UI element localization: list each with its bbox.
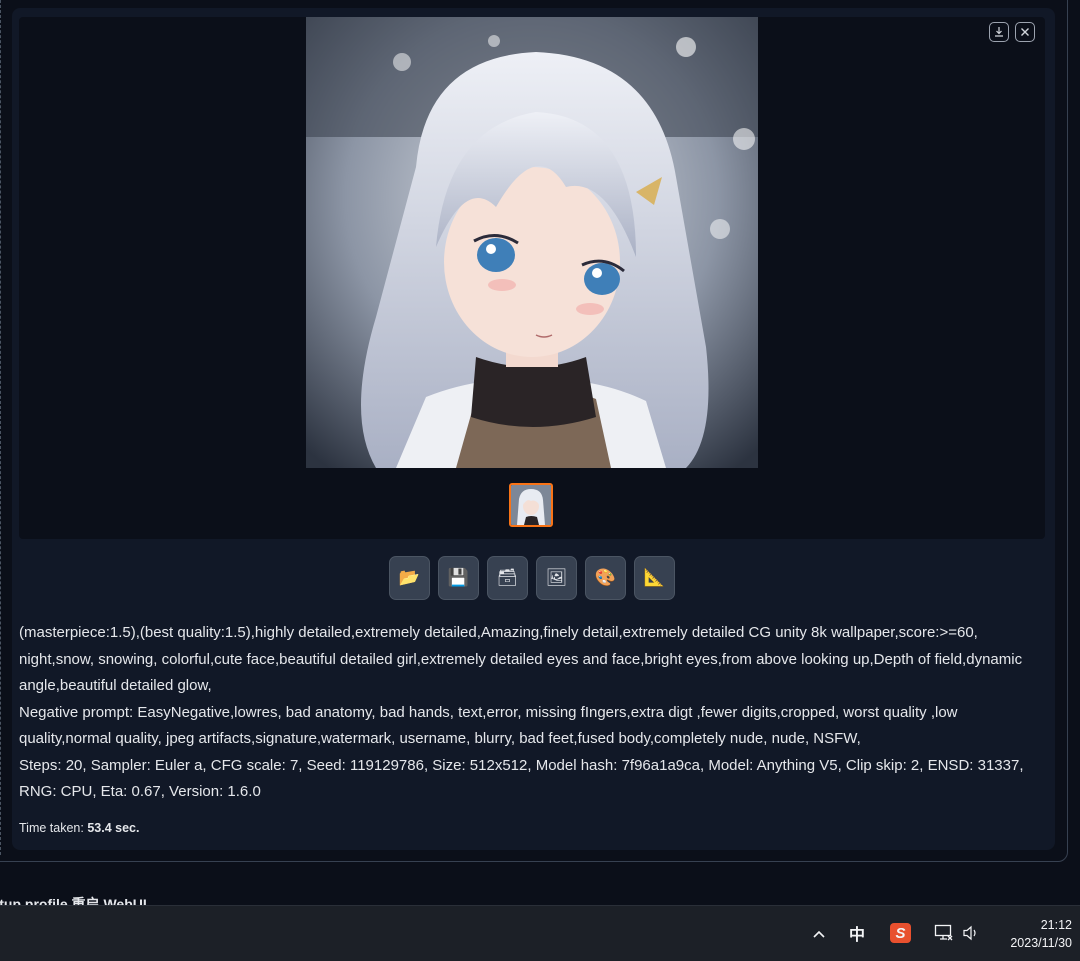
parameters-text: Steps: 20, Sampler: Euler a, CFG scale: … bbox=[19, 756, 1024, 801]
send-to-img2img-button[interactable]: 🖼 bbox=[536, 556, 577, 600]
save-button[interactable]: 💾 bbox=[438, 556, 479, 600]
send-to-extras-button[interactable]: 📐 bbox=[634, 556, 675, 600]
clock-date: 2023/11/30 bbox=[1010, 936, 1072, 950]
generation-info: (masterpiece:1.5),(best quality:1.5),hig… bbox=[19, 620, 1039, 806]
taskbar: 中 S 21:12 2023/11/30 bbox=[0, 905, 1080, 961]
volume-icon bbox=[963, 925, 976, 941]
close-button[interactable] bbox=[1015, 22, 1035, 42]
open-folder-button[interactable]: 📂 bbox=[389, 556, 430, 600]
time-taken-label: Time taken: bbox=[19, 821, 88, 835]
sogou-label: S bbox=[895, 924, 906, 942]
footer-links[interactable]: artup profile 重启 WebUI bbox=[0, 894, 147, 905]
image-gallery bbox=[19, 17, 1045, 539]
volume-button[interactable] bbox=[960, 923, 982, 943]
prompt-text: (masterpiece:1.5),(best quality:1.5),hig… bbox=[19, 624, 1023, 694]
triangle-ruler-icon: 📐 bbox=[643, 568, 666, 587]
ime-indicator[interactable]: 中 bbox=[846, 922, 868, 944]
close-icon bbox=[1021, 28, 1029, 36]
thumbnail[interactable] bbox=[509, 483, 553, 527]
system-clock[interactable]: 21:12 2023/11/30 bbox=[1010, 916, 1072, 952]
folder-icon: 📂 bbox=[398, 568, 421, 587]
zip-button[interactable]: 🗃 bbox=[487, 556, 528, 600]
network-button[interactable] bbox=[934, 923, 954, 943]
negative-prompt-text: Negative prompt: EasyNegative,lowres, ba… bbox=[19, 703, 958, 748]
action-buttons: 📂 💾 🗃 🖼 🎨 📐 bbox=[389, 556, 675, 600]
send-to-inpaint-button[interactable]: 🎨 bbox=[585, 556, 626, 600]
clock-time: 21:12 bbox=[1040, 918, 1072, 932]
chevron-up-icon bbox=[813, 930, 825, 938]
time-taken: Time taken: 53.4 sec. bbox=[19, 821, 139, 835]
image-icon: 🖼 bbox=[545, 568, 568, 587]
time-taken-value: 53.4 sec. bbox=[87, 821, 140, 835]
palette-icon: 🎨 bbox=[594, 568, 617, 587]
zip-icon: 🗃 bbox=[496, 568, 519, 587]
show-hidden-icons-button[interactable] bbox=[809, 924, 829, 944]
generated-image[interactable] bbox=[306, 17, 758, 468]
sogou-input-icon[interactable]: S bbox=[890, 923, 911, 943]
save-icon: 💾 bbox=[447, 568, 470, 587]
download-icon bbox=[995, 27, 1003, 37]
ime-label: 中 bbox=[848, 927, 865, 944]
left-border bbox=[0, 0, 3, 855]
network-icon bbox=[934, 924, 953, 941]
download-button[interactable] bbox=[989, 22, 1009, 42]
